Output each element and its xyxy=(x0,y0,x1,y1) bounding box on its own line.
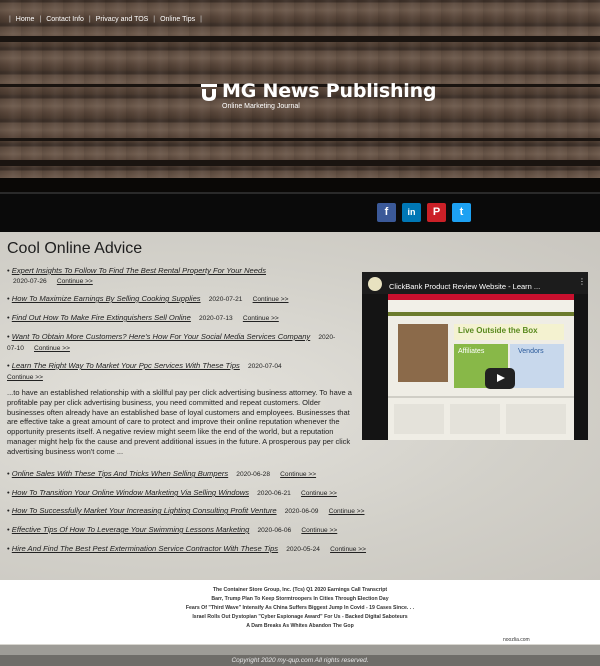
list-item: • Hire And Find The Best Pest Exterminat… xyxy=(7,544,367,553)
list-item: • Expert Insights To Follow To Find The … xyxy=(7,266,267,285)
post-title-link[interactable]: How To Successfully Market Your Increasi… xyxy=(12,506,277,515)
continue-link[interactable]: Continue >> xyxy=(7,374,43,381)
play-button[interactable] xyxy=(485,368,515,389)
plank-gap xyxy=(0,178,600,192)
footer-divider xyxy=(0,645,600,655)
post-date: 2020-06-28 xyxy=(236,471,271,478)
page-title: Cool Online Advice xyxy=(7,240,143,257)
thumbnail-nav-strip xyxy=(388,300,574,310)
list-item: • How To Maximize Earnings By Selling Co… xyxy=(7,294,289,303)
more-options-icon[interactable]: ⋮ xyxy=(578,278,586,286)
continue-link[interactable]: Continue >> xyxy=(301,527,337,534)
related-link[interactable]: A Dam Breaks As Whites Abandon The Gop xyxy=(0,623,600,629)
post-title-link[interactable]: Find Out How To Make Fire Extinguishers … xyxy=(12,313,191,322)
continue-link[interactable]: Continue >> xyxy=(34,345,70,352)
continue-link[interactable]: Continue >> xyxy=(330,546,366,553)
list-item: • Effective Tips Of How To Leverage Your… xyxy=(7,525,338,534)
post-title-link[interactable]: Learn The Right Way To Market Your Ppc S… xyxy=(12,361,240,370)
thumbnail-person-image xyxy=(398,324,448,382)
nav-item-home[interactable]: Home xyxy=(16,16,35,23)
linkedin-icon[interactable]: in xyxy=(402,203,421,222)
list-item: • How To Successfully Market Your Increa… xyxy=(7,506,365,515)
nav-item-privacy-tos[interactable]: Privacy and TOS xyxy=(96,16,149,23)
list-item: • Online Sales With These Tips And Trick… xyxy=(7,469,317,478)
post-date: 2020-05-24 xyxy=(286,546,320,553)
list-item: • Find Out How To Make Fire Extinguisher… xyxy=(7,313,279,322)
continue-link[interactable]: Continue >> xyxy=(280,471,316,478)
post-title-link[interactable]: Expert Insights To Follow To Find The Be… xyxy=(12,266,266,275)
post-title-link[interactable]: Hire And Find The Best Pest Exterminatio… xyxy=(12,544,278,553)
post-title-link[interactable]: How To Maximize Earnings By Selling Cook… xyxy=(12,294,201,303)
plank-gap xyxy=(0,36,600,42)
video-title[interactable]: ClickBank Product Review Website - Learn… xyxy=(389,282,540,291)
list-item: • Learn The Right Way To Market Your Ppc… xyxy=(7,361,282,381)
continue-link[interactable]: Continue >> xyxy=(301,490,337,497)
related-link[interactable]: Barr, Trump Plan To Keep Stormtroopers I… xyxy=(0,596,600,602)
continue-link[interactable]: Continue >> xyxy=(57,278,93,285)
thumbnail-news-block xyxy=(450,404,500,434)
post-title-link[interactable]: Want To Obtain More Customers? Here's Ho… xyxy=(12,332,310,341)
video-thumbnail[interactable]: Live Outside the Box Affiliates Vendors xyxy=(388,294,574,440)
continue-link[interactable]: Continue >> xyxy=(243,315,279,322)
twitter-icon[interactable]: t xyxy=(452,203,471,222)
facebook-icon[interactable]: f xyxy=(377,203,396,222)
nav-separator: | xyxy=(9,16,11,23)
thumbnail-community-block xyxy=(394,404,444,434)
nav-item-online-tips[interactable]: Online Tips xyxy=(160,16,195,23)
list-item: • Want To Obtain More Customers? Here's … xyxy=(7,332,336,352)
thumbnail-vendors-label: Vendors xyxy=(518,348,544,355)
continue-link[interactable]: Continue >> xyxy=(253,296,289,303)
related-link[interactable]: The Container Store Group, Inc. (Tcs) Q1… xyxy=(0,587,600,593)
nav-separator: | xyxy=(88,16,91,23)
post-date: 2020-06-21 xyxy=(257,490,291,497)
nav-separator: | xyxy=(153,16,156,23)
related-link[interactable]: Israel Rolls Out Dystopian "Cyber Espion… xyxy=(0,614,600,620)
copyright-text: Copyright 2020 my-qup.com All rights res… xyxy=(231,657,369,664)
post-date: 2020-07-26 xyxy=(13,278,47,285)
post-title-link[interactable]: Effective Tips Of How To Leverage Your S… xyxy=(12,525,250,534)
post-excerpt: ...to have an established relationship w… xyxy=(7,388,352,456)
post-date: 2020-07-13 xyxy=(199,315,233,322)
nav-links: | Home | Contact Info | Privacy and TOS … xyxy=(6,16,205,23)
channel-avatar[interactable] xyxy=(368,277,382,291)
nav-item-contact-info[interactable]: Contact Info xyxy=(46,16,84,23)
site-title[interactable]: MG News Publishing xyxy=(222,80,437,102)
continue-link[interactable]: Continue >> xyxy=(329,508,365,515)
plank-gap xyxy=(0,160,600,166)
post-date: 2020-07-21 xyxy=(208,296,243,303)
list-item: • How To Transition Your Online Window M… xyxy=(7,488,337,497)
thumbnail-bar-strip xyxy=(388,312,574,316)
site-tagline: Online Marketing Journal xyxy=(222,103,300,110)
post-date: 2020-07-04 xyxy=(247,363,282,370)
nav-separator: | xyxy=(200,16,202,23)
post-title-link[interactable]: How To Transition Your Online Window Mar… xyxy=(12,488,249,497)
nav-separator: | xyxy=(39,16,42,23)
post-title-link[interactable]: Online Sales With These Tips And Tricks … xyxy=(12,469,228,478)
post-date: 2020-06-06 xyxy=(257,527,292,534)
thumbnail-blog-block xyxy=(506,404,566,434)
logo-icon[interactable] xyxy=(201,84,217,102)
post-date: 2020-06-09 xyxy=(284,508,319,515)
related-link[interactable]: Fears Of "Third Wave" Intensify As China… xyxy=(0,605,600,611)
pinterest-icon[interactable]: P xyxy=(427,203,446,222)
plank-gap xyxy=(0,138,600,141)
nav-bar xyxy=(0,192,600,234)
thumbnail-affiliates-label: Affiliates xyxy=(458,348,485,355)
thumbnail-banner-text: Live Outside the Box xyxy=(458,326,538,335)
related-credit-link[interactable]: noozlia.com xyxy=(503,637,530,643)
thumbnail-divider xyxy=(388,396,574,398)
video-embed[interactable]: ClickBank Product Review Website - Learn… xyxy=(362,272,588,440)
